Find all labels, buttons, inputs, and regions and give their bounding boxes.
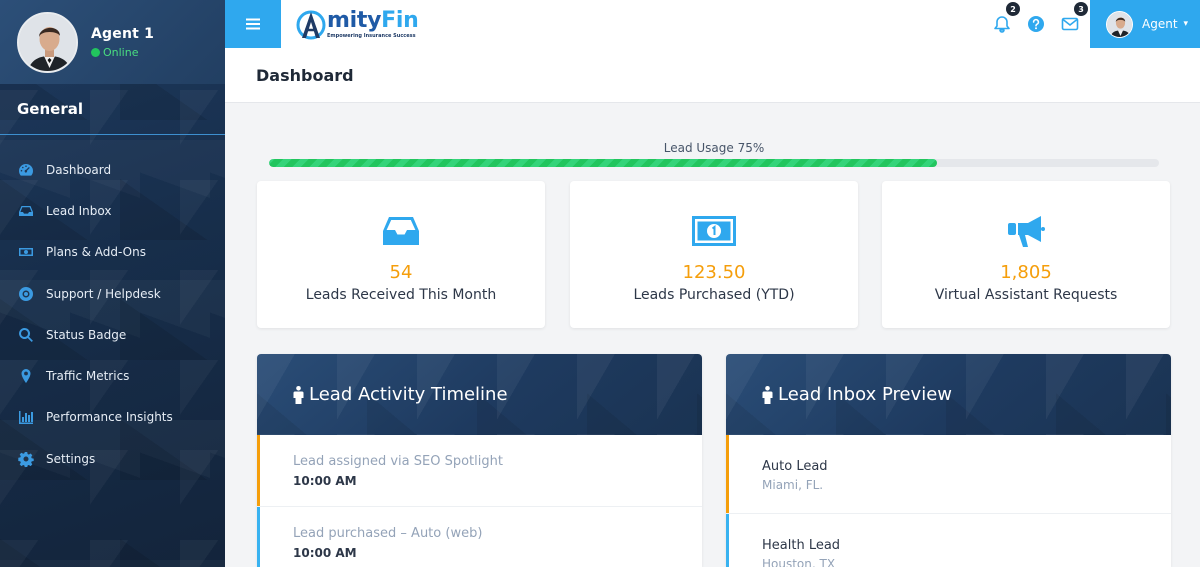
sidebar-item-lead-inbox[interactable]: Lead Inbox bbox=[0, 190, 225, 231]
timeline-item-time: 10:00 AM bbox=[293, 474, 357, 488]
notifications-badge: 2 bbox=[1006, 2, 1020, 16]
lead-activity-panel: Lead Activity Timeline Lead assigned via… bbox=[257, 354, 702, 567]
timeline-item-time: 10:00 AM bbox=[293, 546, 357, 560]
megaphone-icon bbox=[1006, 212, 1046, 250]
logo-tagline: Empowering Insurance Success bbox=[327, 32, 416, 39]
envelope-icon bbox=[1061, 17, 1079, 31]
bell-icon bbox=[994, 16, 1010, 33]
profile-status-label: Online bbox=[103, 45, 139, 59]
sidebar-item-label: Dashboard bbox=[46, 162, 112, 177]
timeline-item-description: Lead assigned via SEO Spotlight bbox=[293, 454, 503, 469]
lead-inbox-preview-header: Lead Inbox Preview bbox=[726, 354, 1171, 435]
lead-inbox-preview-title: Lead Inbox Preview bbox=[778, 384, 953, 405]
logo-mark-icon bbox=[295, 6, 329, 42]
hamburger-icon bbox=[246, 18, 260, 30]
sidebar-item-traffic-metrics[interactable]: Traffic Metrics bbox=[0, 355, 225, 396]
notifications-button[interactable]: 2 bbox=[992, 2, 1020, 34]
map-pin-icon bbox=[17, 368, 34, 385]
sidebar: Agent 1 Online General Dashboard Lead In… bbox=[0, 0, 225, 567]
sidebar-item-label: Traffic Metrics bbox=[46, 369, 130, 384]
lead-usage-progress bbox=[269, 159, 1159, 167]
sidebar-item-label: Performance Insights bbox=[46, 410, 173, 425]
sidebar-item-label: Plans & Add-Ons bbox=[46, 245, 146, 260]
sidebar-item-performance-insights[interactable]: Performance Insights bbox=[0, 397, 225, 438]
inbox-item-location: Houston, TX bbox=[762, 557, 836, 567]
user-menu-label: Agent bbox=[1142, 17, 1178, 31]
online-dot-icon bbox=[91, 47, 100, 57]
sidebar-item-label: Support / Helpdesk bbox=[46, 286, 161, 301]
sidebar-item-plans[interactable]: Plans & Add-Ons bbox=[0, 232, 225, 273]
sidebar-item-label: Settings bbox=[46, 451, 96, 466]
messages-badge: 3 bbox=[1074, 2, 1088, 16]
help-button[interactable] bbox=[1026, 14, 1046, 34]
stat-label: Leads Received This Month bbox=[305, 287, 497, 303]
inbox-preview-item[interactable]: Auto Lead Miami, FL. bbox=[726, 435, 1171, 514]
stat-label: Leads Purchased (YTD) bbox=[633, 287, 795, 303]
lead-activity-header: Lead Activity Timeline bbox=[257, 354, 702, 435]
stat-card-va-requests[interactable]: 1,805 Virtual Assistant Requests bbox=[882, 181, 1170, 328]
inbox-item-title: Auto Lead bbox=[762, 459, 828, 474]
stat-card-leads-purchased[interactable]: 123.50 Leads Purchased (YTD) bbox=[570, 181, 858, 328]
inbox-icon bbox=[17, 202, 34, 219]
logo-name: mityFin bbox=[327, 7, 419, 33]
dashboard-icon bbox=[17, 161, 34, 178]
sidebar-nav: Dashboard Lead Inbox Plans & Add-Ons Sup… bbox=[0, 135, 225, 479]
inbox-item-title: Health Lead bbox=[762, 538, 841, 553]
profile-status: Online bbox=[91, 46, 154, 59]
person-icon bbox=[293, 385, 304, 404]
profile-panel: Agent 1 Online bbox=[0, 0, 225, 84]
topbar: mityFin Empowering Insurance Success 2 3 bbox=[225, 0, 1200, 48]
lead-usage-label: Lead Usage 75% bbox=[663, 141, 765, 155]
stat-value: 54 bbox=[389, 262, 413, 283]
gear-icon bbox=[17, 450, 34, 467]
sidebar-item-status-badge[interactable]: Status Badge bbox=[0, 314, 225, 355]
person-icon bbox=[762, 385, 773, 404]
sidebar-item-label: Status Badge bbox=[46, 327, 127, 342]
money-icon bbox=[17, 244, 34, 261]
lead-activity-title: Lead Activity Timeline bbox=[309, 384, 508, 405]
stat-label: Virtual Assistant Requests bbox=[934, 287, 1118, 303]
sidebar-item-settings[interactable]: Settings bbox=[0, 438, 225, 479]
stat-value: 1,805 bbox=[1000, 262, 1052, 283]
chevron-down-icon: ▾ bbox=[1183, 19, 1189, 29]
money-bill-icon bbox=[692, 212, 736, 250]
search-icon bbox=[17, 326, 34, 343]
topbar-icons: 2 3 bbox=[992, 0, 1088, 48]
sidebar-section-title: General bbox=[0, 84, 225, 135]
page-title: Dashboard bbox=[256, 65, 354, 85]
timeline-item[interactable]: Lead purchased – Auto (web) 10:00 AM bbox=[257, 507, 702, 567]
timeline-item[interactable]: Lead assigned via SEO Spotlight 10:00 AM bbox=[257, 435, 702, 507]
sidebar-item-label: Lead Inbox bbox=[46, 203, 112, 218]
user-menu-button[interactable]: Agent ▾ bbox=[1090, 0, 1200, 48]
profile-name: Agent 1 bbox=[91, 25, 155, 42]
stat-value: 123.50 bbox=[682, 262, 746, 283]
lifebuoy-icon bbox=[17, 285, 34, 302]
inbox-tray-icon bbox=[383, 212, 419, 250]
avatar[interactable] bbox=[17, 11, 78, 73]
question-circle-icon bbox=[1028, 16, 1044, 32]
lead-usage-progress-fill bbox=[269, 159, 937, 167]
stat-card-leads-received[interactable]: 54 Leads Received This Month bbox=[257, 181, 545, 328]
messages-button[interactable]: 3 bbox=[1060, 2, 1088, 34]
app-logo[interactable]: mityFin Empowering Insurance Success bbox=[295, 0, 419, 48]
user-avatar bbox=[1106, 10, 1133, 38]
bar-chart-icon bbox=[17, 409, 34, 426]
page-header: Dashboard bbox=[225, 48, 1200, 103]
hamburger-menu-button[interactable] bbox=[225, 0, 281, 48]
sidebar-item-support[interactable]: Support / Helpdesk bbox=[0, 273, 225, 314]
inbox-preview-item[interactable]: Health Lead Houston, TX bbox=[726, 514, 1171, 567]
timeline-item-description: Lead purchased – Auto (web) bbox=[293, 526, 483, 541]
lead-inbox-preview-panel: Lead Inbox Preview Auto Lead Miami, FL. … bbox=[726, 354, 1171, 567]
inbox-item-location: Miami, FL. bbox=[762, 478, 824, 492]
sidebar-item-dashboard[interactable]: Dashboard bbox=[0, 149, 225, 190]
